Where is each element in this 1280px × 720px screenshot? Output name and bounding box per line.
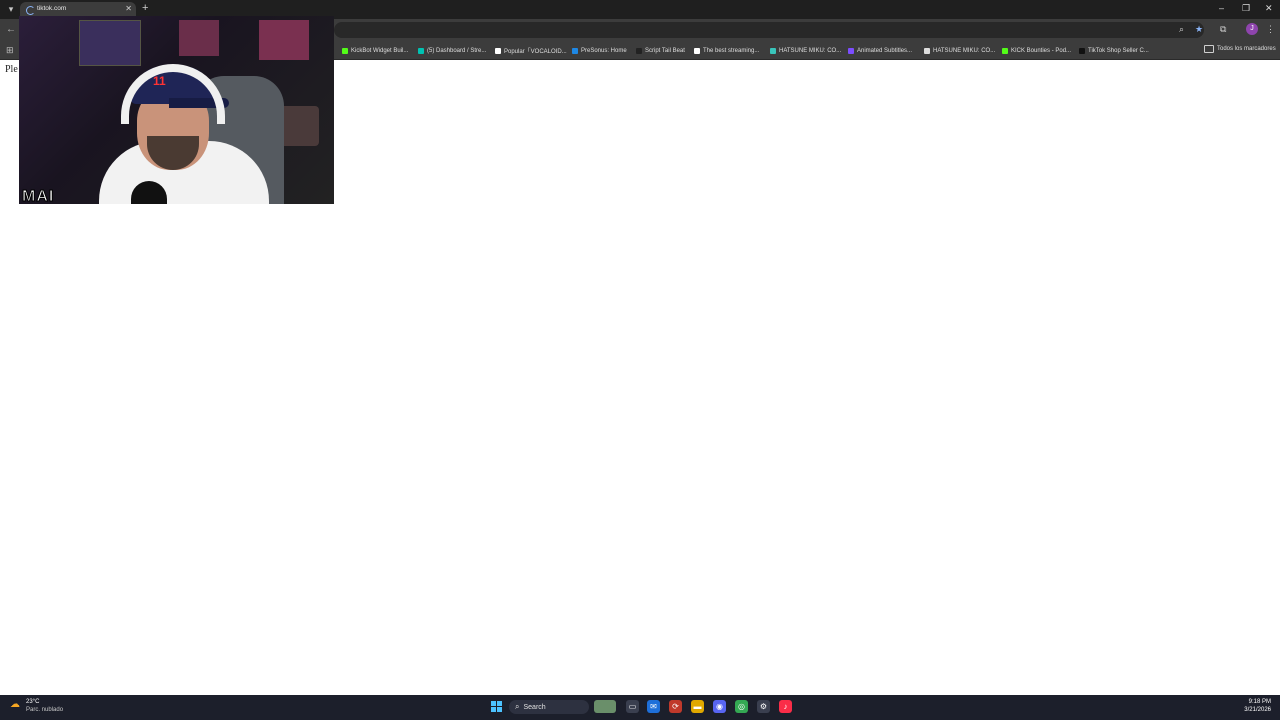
- weather-description[interactable]: Parc. nublado: [26, 707, 63, 713]
- bookmark-favicon: [1079, 47, 1085, 54]
- bookmark-favicon: [924, 47, 930, 54]
- loading-icon: [26, 6, 35, 15]
- bookmark-item[interactable]: TikTok Shop Seller C...: [1079, 45, 1149, 56]
- bookmark-item[interactable]: HATSUNE MIKU: CO...: [924, 45, 995, 56]
- bookmark-favicon: [636, 47, 642, 54]
- weather-temperature[interactable]: 23°C: [26, 699, 39, 705]
- bookmark-favicon: [770, 47, 776, 54]
- apps-grid-icon[interactable]: ⊞: [6, 45, 14, 56]
- webcam-overlay-text: MAI: [21, 188, 55, 205]
- bookmark-item[interactable]: Popular「VOCALOID...: [495, 45, 567, 56]
- bookmark-favicon: [848, 47, 854, 54]
- address-bar[interactable]: [334, 22, 1204, 38]
- page-body-text: Ple: [5, 64, 18, 75]
- bookmark-favicon: [342, 47, 348, 54]
- widget-icon[interactable]: [594, 700, 616, 713]
- bookmark-item[interactable]: The best streaming...: [694, 45, 759, 56]
- settings-icon[interactable]: ⚙: [757, 700, 770, 713]
- new-tab-icon[interactable]: +: [142, 2, 148, 14]
- minimize-icon[interactable]: –: [1219, 3, 1224, 13]
- music-icon[interactable]: ♪: [779, 700, 792, 713]
- clock-time[interactable]: 9:18 PM: [1249, 699, 1271, 705]
- clock-date[interactable]: 3/21/2026: [1244, 707, 1271, 713]
- bookmark-item[interactable]: Animated Subtitles...: [848, 45, 912, 56]
- bookmark-favicon: [418, 47, 424, 54]
- windows-taskbar: ☁ 23°C Parc. nublado ⌕ Search ▭ ✉ ⟳ ▬ ◉ …: [0, 695, 1280, 720]
- chrome-icon[interactable]: ◎: [735, 700, 748, 713]
- search-icon: ⌕: [515, 702, 520, 711]
- bookmark-item[interactable]: HATSUNE MIKU: CO...: [770, 45, 841, 56]
- folder-icon: [1204, 45, 1214, 53]
- bookmark-favicon: [572, 47, 578, 54]
- restore-icon[interactable]: ❐: [1242, 3, 1250, 14]
- back-arrow-icon[interactable]: ←: [6, 24, 16, 35]
- bookmark-item[interactable]: (5) Dashboard / Stre...: [418, 45, 486, 56]
- discord-icon[interactable]: ◉: [713, 700, 726, 713]
- app-icon[interactable]: ⟳: [669, 700, 682, 713]
- taskbar-search[interactable]: ⌕ Search: [509, 700, 589, 714]
- wall-poster: [179, 20, 219, 56]
- extensions-icon[interactable]: ⧉: [1220, 24, 1226, 35]
- wall-poster: [259, 20, 309, 60]
- bookmark-item[interactable]: KICK Bounties - Pod...: [1002, 45, 1071, 56]
- bookmark-item[interactable]: KickBot Widget Buil...: [342, 45, 408, 56]
- tab-search-icon[interactable]: ▾: [4, 3, 18, 16]
- weather-icon[interactable]: ☁: [10, 699, 20, 710]
- menu-icon[interactable]: ⋮: [1266, 24, 1275, 35]
- webcam-overlay: 11 MAI: [19, 16, 334, 204]
- bookmark-item[interactable]: Script Tail Beat: [636, 45, 685, 56]
- close-tab-icon[interactable]: ✕: [125, 4, 132, 13]
- mail-icon[interactable]: ✉: [647, 700, 660, 713]
- all-bookmarks-button[interactable]: Todos los marcadores: [1204, 45, 1276, 53]
- file-explorer-icon[interactable]: ▬: [691, 700, 704, 713]
- task-view-icon[interactable]: ▭: [626, 700, 639, 713]
- profile-avatar[interactable]: J: [1246, 23, 1258, 35]
- zoom-icon[interactable]: ⌕: [1179, 24, 1184, 35]
- bookmark-favicon: [1002, 47, 1008, 54]
- bookmark-favicon: [495, 47, 501, 54]
- tab-title: tiktok.com: [37, 5, 67, 12]
- start-icon[interactable]: [491, 701, 502, 712]
- search-label: Search: [523, 703, 546, 711]
- headphones: [121, 64, 225, 124]
- close-window-icon[interactable]: ✕: [1265, 3, 1273, 14]
- bookmark-favicon: [694, 47, 700, 54]
- bookmark-star-icon[interactable]: ★: [1195, 24, 1203, 35]
- bookmark-item[interactable]: PreSonus: Home: [572, 45, 627, 56]
- wall-poster: [79, 20, 141, 66]
